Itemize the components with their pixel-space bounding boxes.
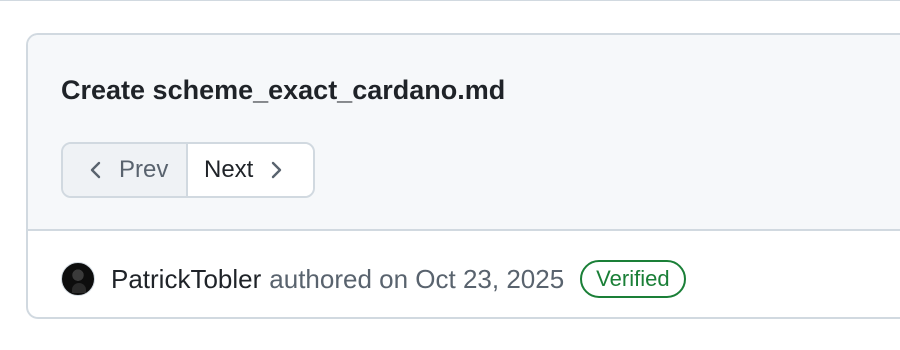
avatar[interactable] — [61, 262, 95, 296]
chevron-right-icon — [265, 159, 287, 181]
prev-button-label: Prev — [119, 156, 169, 183]
next-button-label: Next — [204, 156, 254, 183]
author-link[interactable]: PatrickTobler — [111, 264, 261, 295]
commit-title: Create scheme_exact_cardano.md — [61, 75, 506, 105]
chevron-left-icon — [85, 159, 107, 181]
next-button[interactable]: Next — [188, 144, 313, 196]
top-divider — [0, 0, 900, 1]
commit-header: Create scheme_exact_cardano.md Prev Next — [28, 35, 900, 231]
commit-meta: PatrickTobler authored on Oct 23, 2025 V… — [61, 259, 686, 299]
verified-badge[interactable]: Verified — [580, 260, 686, 298]
commit-box: Create scheme_exact_cardano.md Prev Next — [26, 33, 900, 319]
authored-date: authored on Oct 23, 2025 — [269, 263, 565, 294]
prev-button[interactable]: Prev — [63, 144, 188, 196]
commit-pager: Prev Next — [61, 142, 315, 198]
